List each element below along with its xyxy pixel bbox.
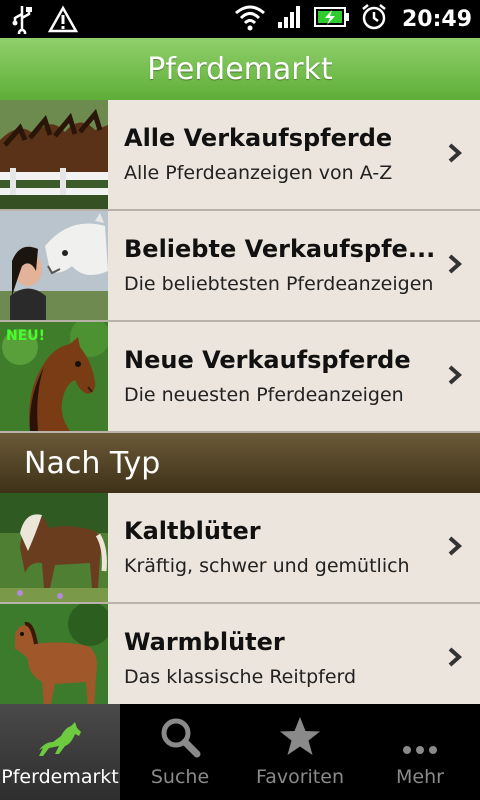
draft-horse-image [0, 493, 108, 602]
list-item-subtitle: Die neuesten Pferdeanzeigen [124, 384, 404, 406]
chevron-right-icon [448, 365, 463, 385]
usb-icon [10, 4, 34, 38]
chevron-right-icon [448, 647, 463, 667]
list-item-title: Beliebte Verkaufspfe... [124, 235, 436, 263]
list-item-warmblueter[interactable]: Warmblüter Das klassische Reitpferd [0, 604, 480, 715]
list-item-subtitle: Alle Pferdeanzeigen von A-Z [124, 162, 393, 184]
chevron-right-icon [448, 143, 463, 163]
list-item-neue-verkaufspferde[interactable]: NEU! Neue Verkaufspferde Die neuesten Pf… [0, 322, 480, 433]
tab-label: Pferdemarkt [1, 766, 119, 788]
tab-label: Suche [150, 766, 210, 788]
tab-suche[interactable]: Suche [120, 704, 240, 800]
new-badge: NEU! [6, 328, 46, 344]
list-item-subtitle: Die beliebtesten Pferdeanzeigen [124, 273, 434, 295]
horse-icon [39, 722, 81, 756]
warning-icon [47, 5, 79, 37]
tab-pferdemarkt[interactable]: Pferdemarkt [0, 704, 120, 800]
chevron-right-icon [448, 254, 463, 274]
new-horse-image: NEU! [0, 322, 108, 431]
list-item-title: Alle Verkaufspferde [124, 124, 393, 152]
wifi-icon [234, 3, 266, 35]
list-item-subtitle: Kräftig, schwer und gemütlich [124, 555, 410, 577]
list-item-subtitle: Das klassische Reitpferd [124, 666, 357, 688]
battery-charging-icon [313, 6, 350, 32]
tab-label: Favoriten [256, 766, 344, 788]
section-title: Nach Typ [24, 445, 161, 481]
clock-time: 20:49 [401, 6, 472, 32]
woman-white-horse-image [0, 211, 108, 320]
page-title: Pferdemarkt [147, 51, 333, 87]
more-icon [403, 746, 437, 754]
horse-category-list: Alle Verkaufspferde Alle Pferdeanzeigen … [0, 100, 480, 715]
list-item-kaltblueter[interactable]: Kaltblüter Kräftig, schwer und gemütlich [0, 493, 480, 604]
star-icon [280, 717, 320, 755]
warmblood-horse-image [0, 604, 108, 713]
list-item-title: Neue Verkaufspferde [124, 346, 411, 374]
list-item-title: Kaltblüter [124, 517, 261, 545]
tab-favoriten[interactable]: Favoriten [240, 704, 360, 800]
app-header: Pferdemarkt [0, 38, 480, 100]
list-item-title: Warmblüter [124, 628, 285, 656]
search-icon [161, 718, 201, 758]
horses-fence-image [0, 100, 108, 209]
tab-label: Mehr [396, 766, 444, 788]
list-item-alle-verkaufspferde[interactable]: Alle Verkaufspferde Alle Pferdeanzeigen … [0, 100, 480, 211]
bottom-tab-bar: Pferdemarkt Suche Favoriten Mehr [0, 704, 480, 800]
status-bar: 20:49 [0, 0, 480, 38]
list-item-beliebte-verkaufspferde[interactable]: Beliebte Verkaufspfe... Die beliebtesten… [0, 211, 480, 322]
signal-icon [276, 4, 304, 34]
section-header-nach-typ: Nach Typ [0, 433, 480, 493]
chevron-right-icon [448, 536, 463, 556]
tab-mehr[interactable]: Mehr [360, 704, 480, 800]
alarm-icon [360, 3, 388, 35]
